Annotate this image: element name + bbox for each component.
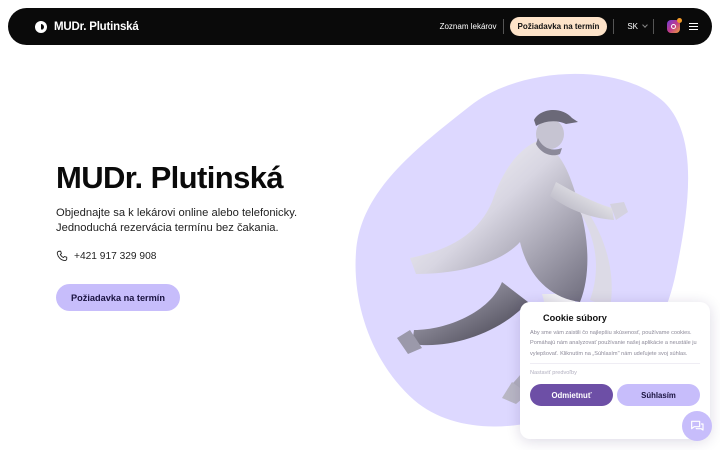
cookie-text: Aby sme vám zaistili čo najlepšiu skúsen…	[530, 330, 697, 357]
top-navigation-bar: MUDr. Plutinská Zoznam lekárov Požiadavk…	[8, 8, 712, 45]
cookie-accept-button[interactable]: Súhlasím	[617, 384, 700, 407]
nav-link-doctors[interactable]: Zoznam lekárov	[440, 22, 497, 31]
cookie-buttons: Odmietnuť Súhlasím	[530, 384, 700, 407]
chat-icon	[691, 420, 704, 431]
page: MUDr. Plutinská Zoznam lekárov Požiadavk…	[0, 0, 720, 450]
cookie-consent-dialog: Cookie súbory Aby sme vám zaistili čo na…	[520, 302, 710, 439]
chat-button[interactable]	[682, 411, 712, 441]
notification-dot	[677, 18, 682, 23]
hamburger-menu-icon[interactable]	[689, 23, 698, 30]
header-appointment-button[interactable]: Požiadavka na termín	[509, 17, 608, 36]
phone-number: +421 917 329 908	[74, 250, 157, 262]
cookie-divider	[530, 363, 700, 365]
logo-icon[interactable]	[35, 20, 47, 33]
brand-name[interactable]: MUDr. Plutinská	[54, 21, 139, 33]
cookie-settings-link[interactable]: Nastaviť predvoľby	[530, 370, 700, 376]
phone-icon	[56, 250, 68, 262]
nav-divider	[653, 19, 654, 34]
nav-divider	[613, 19, 615, 34]
phone-contact[interactable]: +421 917 329 908	[56, 250, 156, 262]
hero-title: MUDr. Plutinská	[56, 160, 284, 195]
nav-menu: Zoznam lekárov Požiadavka na termín SK	[440, 8, 698, 45]
chevron-down-icon	[642, 22, 648, 28]
language-selector[interactable]: SK	[627, 22, 648, 31]
cookie-title: Cookie súbory	[543, 313, 607, 323]
cookie-decline-button[interactable]: Odmietnuť	[530, 384, 613, 407]
nav-divider	[502, 19, 504, 34]
hero-appointment-button[interactable]: Požiadavka na termín	[56, 284, 180, 311]
language-label: SK	[627, 22, 638, 31]
hero-description: Objednajte sa k lekárovi online alebo te…	[56, 207, 298, 234]
instagram-icon[interactable]	[667, 18, 682, 33]
